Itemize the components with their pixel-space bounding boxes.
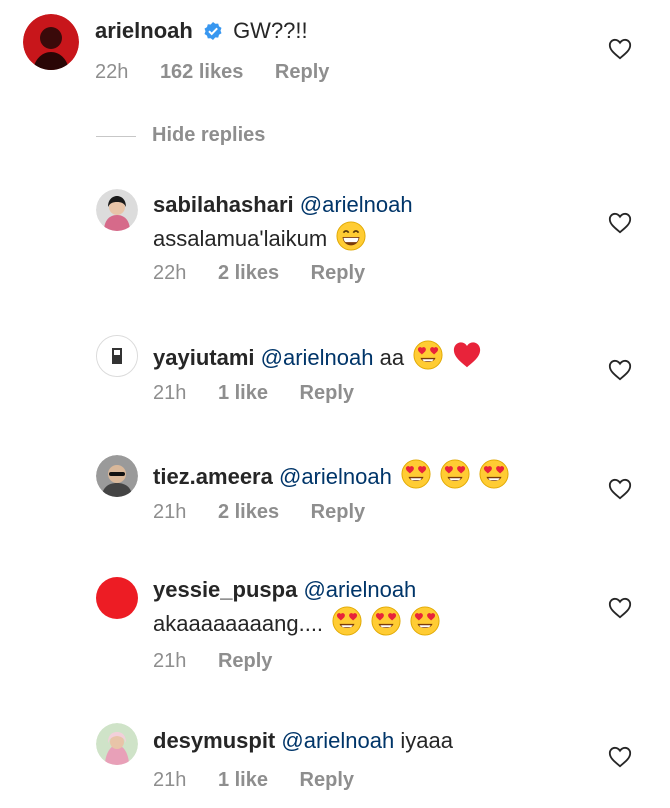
heart-eyes-emoji-icon — [479, 459, 509, 489]
like-heart-icon[interactable] — [608, 478, 632, 500]
like-heart-icon[interactable] — [608, 38, 632, 60]
mention-link[interactable]: @arielnoah — [300, 192, 413, 217]
red-heart-emoji-icon — [452, 340, 482, 370]
reply-button[interactable]: Reply — [311, 501, 365, 523]
timestamp: 21h — [153, 382, 187, 404]
reply-button[interactable]: Reply — [311, 262, 365, 284]
hide-replies-button[interactable]: Hide replies — [152, 124, 265, 147]
avatar[interactable] — [96, 335, 138, 377]
like-heart-icon[interactable] — [608, 746, 632, 768]
likes-count[interactable]: 162 likes — [160, 61, 243, 83]
username[interactable]: arielnoah — [95, 18, 193, 43]
timestamp: 21h — [153, 769, 187, 791]
comment-meta: 21h 2 likes Reply — [153, 500, 391, 524]
comment-text: iyaaa — [400, 728, 453, 753]
heart-eyes-emoji-icon — [332, 606, 362, 636]
mention-link[interactable]: @arielnoah — [281, 728, 394, 753]
likes-count[interactable]: 1 like — [218, 769, 268, 791]
comment-text: aa — [379, 345, 405, 370]
mention-link[interactable]: @arielnoah — [261, 345, 374, 370]
reply-button[interactable]: Reply — [300, 382, 354, 404]
heart-eyes-emoji-icon — [410, 606, 440, 636]
username[interactable]: sabilahashari — [153, 192, 294, 217]
likes-count[interactable]: 1 like — [218, 382, 268, 404]
comment-meta: 21h 1 like Reply — [153, 381, 380, 405]
likes-count[interactable]: 2 likes — [218, 501, 279, 523]
comment-text: akaaaaaaaang.... — [153, 611, 324, 636]
heart-eyes-emoji-icon — [401, 459, 431, 489]
comment-text: assalamua'laikum — [153, 226, 328, 251]
avatar[interactable] — [96, 577, 138, 619]
likes-count[interactable]: 2 likes — [218, 262, 279, 284]
verified-badge-icon — [204, 22, 222, 40]
reply-button[interactable]: Reply — [218, 650, 272, 672]
comment-meta: 21h 1 like Reply — [153, 768, 380, 792]
timestamp: 22h — [153, 262, 187, 284]
mention-link[interactable]: @arielnoah — [303, 577, 416, 602]
comment-meta: 22h 2 likes Reply — [153, 261, 391, 285]
username[interactable]: desymuspit — [153, 728, 275, 753]
like-heart-icon[interactable] — [608, 359, 632, 381]
timestamp: 21h — [153, 501, 187, 523]
comment-text: GW??!! — [233, 18, 308, 43]
timestamp: 22h — [95, 61, 129, 83]
heart-eyes-emoji-icon — [371, 606, 401, 636]
like-heart-icon[interactable] — [608, 212, 632, 234]
avatar[interactable] — [23, 14, 79, 70]
username[interactable]: yessie_puspa — [153, 577, 297, 602]
username[interactable]: tiez.ameera — [153, 464, 273, 489]
grinning-emoji-icon — [336, 221, 366, 251]
reply-button[interactable]: Reply — [300, 769, 354, 791]
reply-button[interactable]: Reply — [275, 61, 329, 83]
divider — [96, 136, 136, 137]
timestamp: 21h — [153, 650, 187, 672]
like-heart-icon[interactable] — [608, 597, 632, 619]
username[interactable]: yayiutami — [153, 345, 255, 370]
avatar[interactable] — [96, 455, 138, 497]
heart-eyes-emoji-icon — [413, 340, 443, 370]
heart-eyes-emoji-icon — [440, 459, 470, 489]
comment-meta: 22h 162 likes Reply — [95, 60, 355, 84]
mention-link[interactable]: @arielnoah — [279, 464, 392, 489]
avatar[interactable] — [96, 723, 138, 765]
comment-meta: 21h Reply — [153, 649, 298, 673]
avatar[interactable] — [96, 189, 138, 231]
